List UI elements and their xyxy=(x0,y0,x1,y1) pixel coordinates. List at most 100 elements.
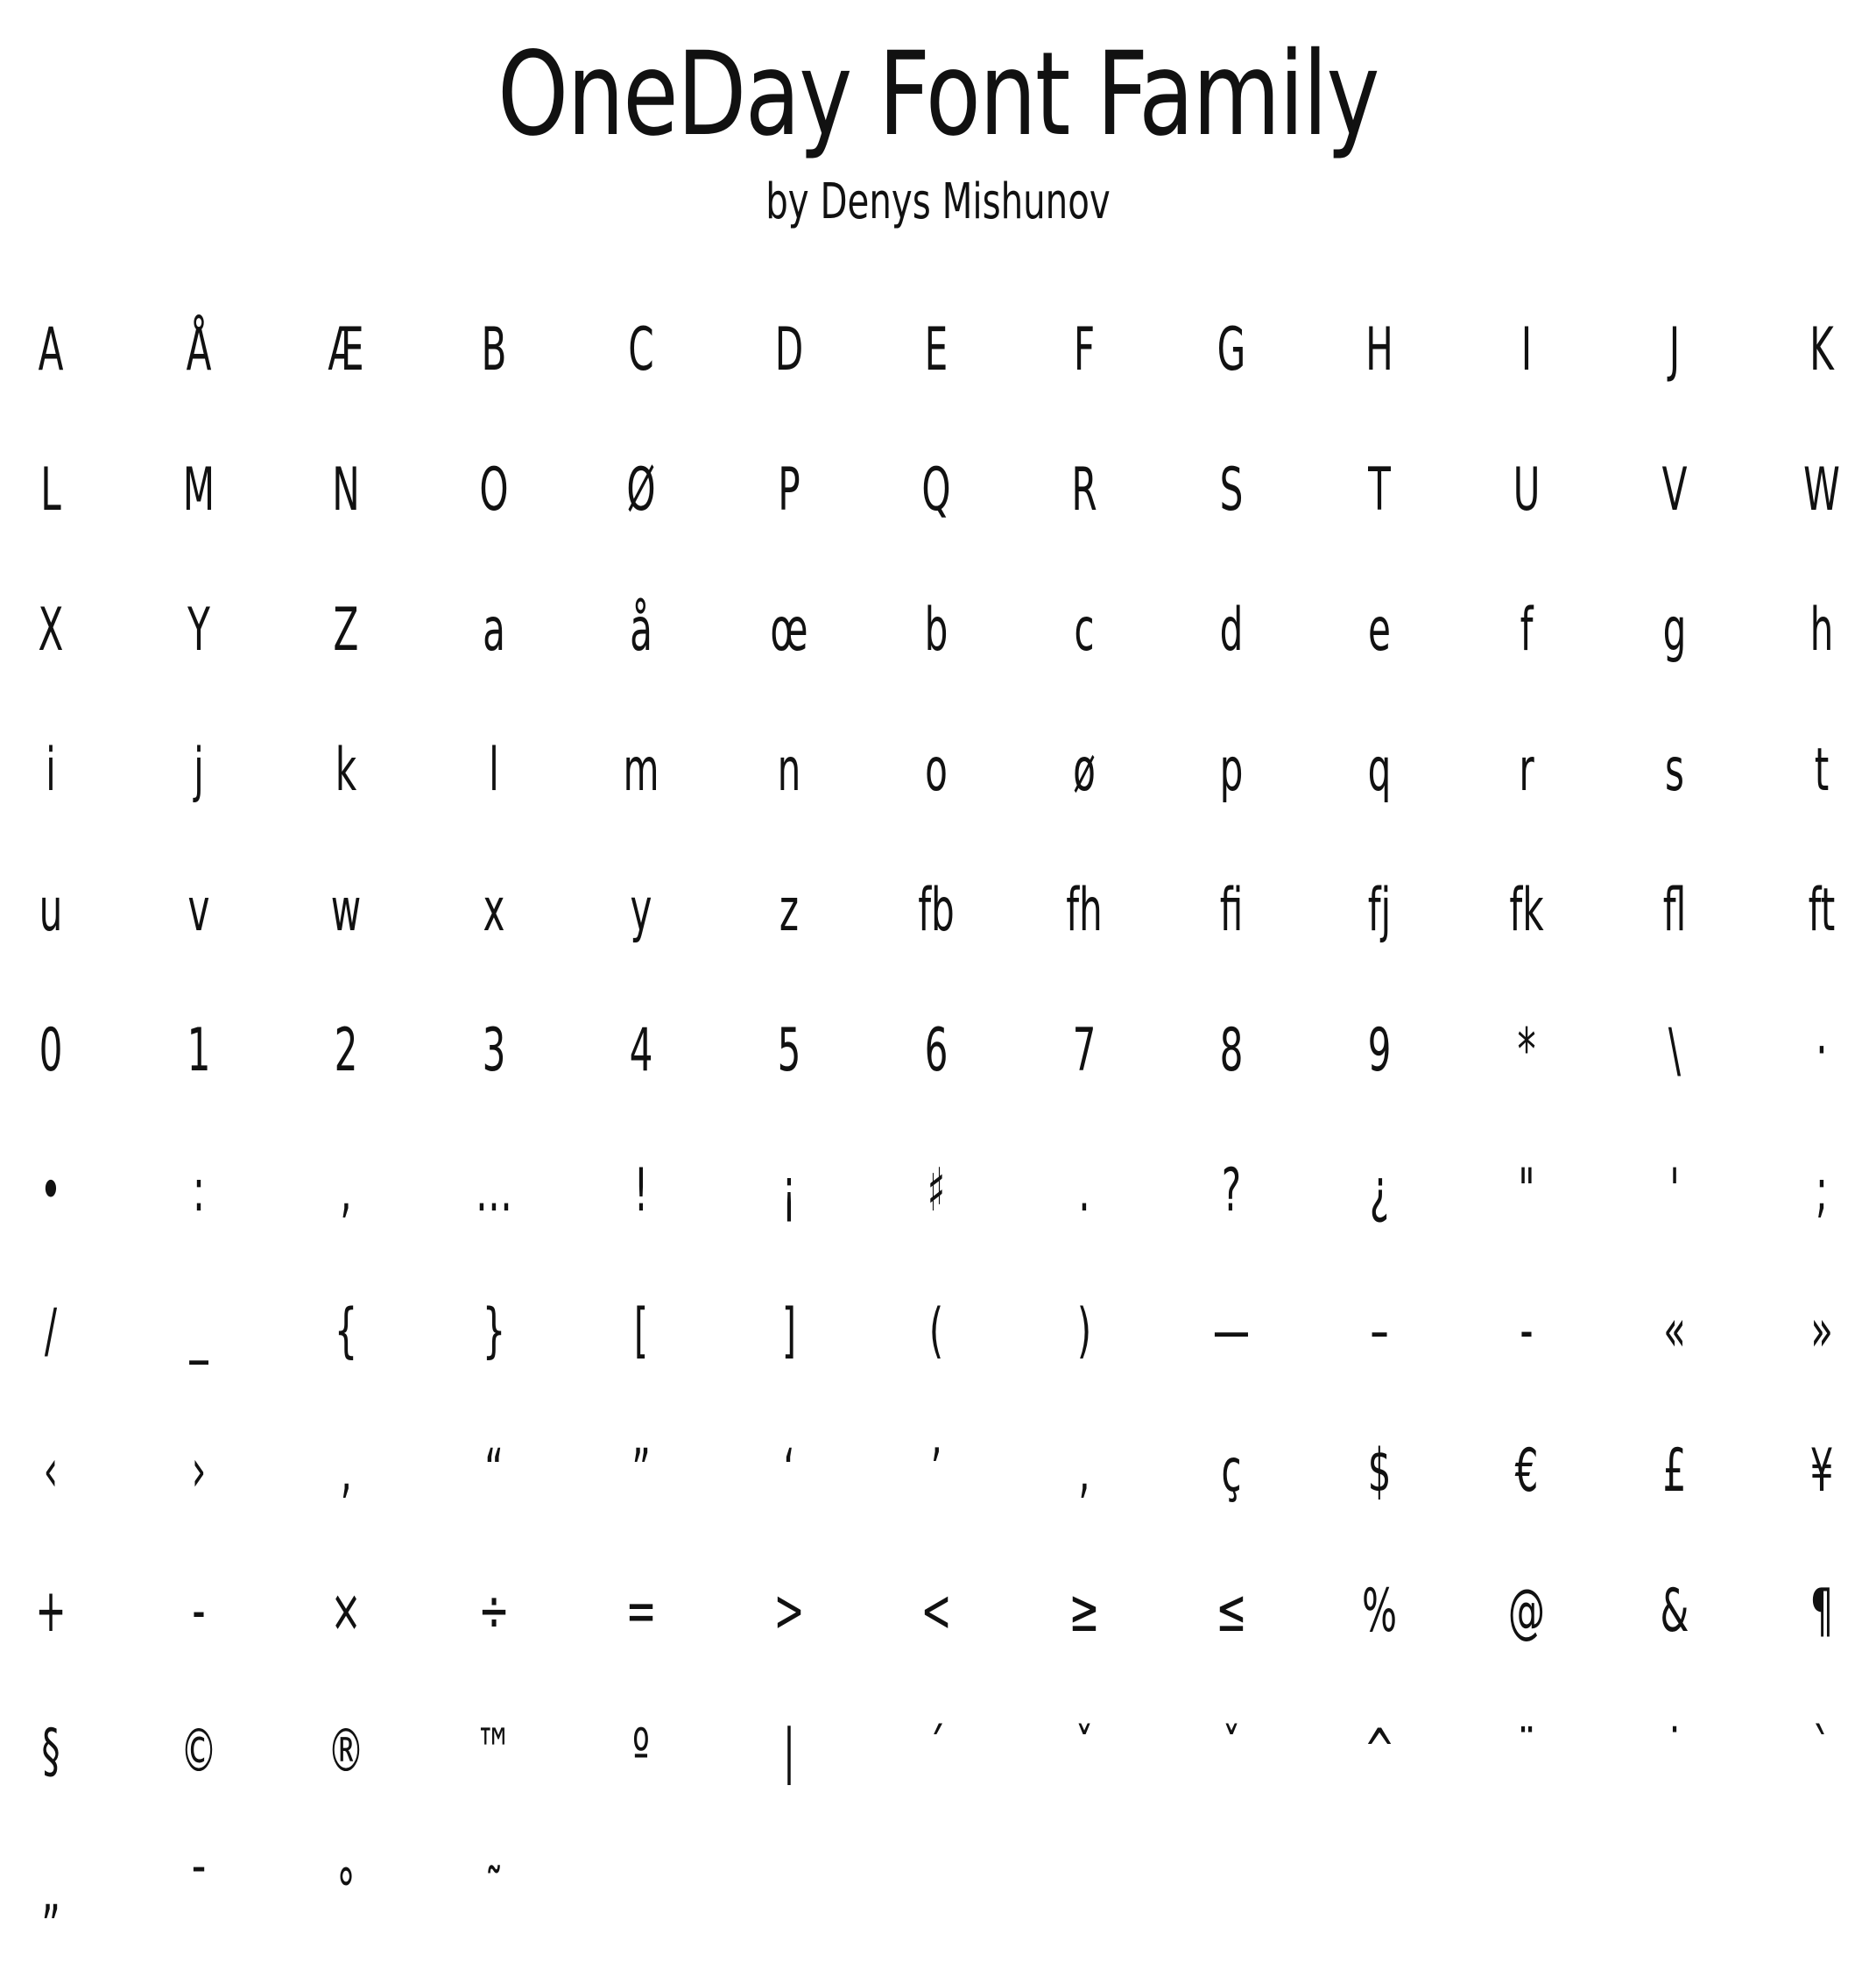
glyph-row: ijklmnoøpqrst xyxy=(0,701,1876,841)
glyph-cell: I xyxy=(1520,315,1533,385)
glyph-cell: 3 xyxy=(482,1016,505,1085)
glyph-cell: 0 xyxy=(39,1016,63,1085)
glyph-cell: ” xyxy=(631,1436,651,1506)
glyph-cell: b xyxy=(924,596,949,665)
glyph-cell: ‚ xyxy=(340,1436,352,1506)
glyph-cell: ° xyxy=(336,1857,356,1926)
glyph-row: 0 1 2 3 4 5 6 7 8 9 * \ · xyxy=(0,981,1876,1121)
glyph-cell: l xyxy=(488,736,499,805)
glyph-cell: º xyxy=(632,1717,650,1786)
glyph-cell: y xyxy=(630,876,652,945)
glyph-cell: ® xyxy=(327,1717,365,1786)
glyph-cell: 6 xyxy=(924,1016,949,1085)
glyph-cell: | xyxy=(782,1717,795,1786)
glyph-cell: i xyxy=(46,736,56,805)
glyph-cell: ( xyxy=(928,1296,944,1366)
glyph-cell: ¶ xyxy=(1809,1577,1834,1646)
glyph-cell: ) xyxy=(1076,1296,1091,1366)
glyph-cell: V xyxy=(1661,455,1687,525)
glyph-cell: - xyxy=(191,1577,206,1646)
glyph-cell: ™ xyxy=(475,1717,512,1786)
glyph-cell: F xyxy=(1073,315,1095,385)
glyph-cell: E xyxy=(924,315,949,385)
glyph-cell: % xyxy=(1361,1577,1397,1646)
glyph-cell: @ xyxy=(1507,1577,1546,1646)
glyph-cell: W xyxy=(1803,455,1840,525)
glyph-cell: a xyxy=(482,596,505,665)
glyph-row: AÅÆBCDEFGHIJK xyxy=(0,280,1876,420)
glyph-cell: fk xyxy=(1509,876,1544,945)
glyph-cell: B xyxy=(481,315,506,385)
glyph-cell: D xyxy=(774,315,803,385)
glyph-cell: … xyxy=(475,1156,512,1225)
glyph-cell: „ xyxy=(41,1857,60,1926)
glyph-cell: ; xyxy=(1815,1156,1829,1225)
glyph-cell: n xyxy=(777,736,800,805)
glyph-cell: ˇ xyxy=(1222,1717,1241,1786)
page-subtitle: by Denys Mishunov xyxy=(765,173,1111,230)
glyph-cell: × xyxy=(330,1577,362,1646)
glyph-cell: M xyxy=(182,455,215,525)
glyph-cell: J xyxy=(1668,315,1680,385)
glyph-row: u v w x y z fb fh fi fj fk fl ft xyxy=(0,841,1876,981)
glyph-cell: « xyxy=(1662,1296,1686,1366)
glyph-cell: 8 xyxy=(1219,1016,1244,1085)
glyph-cell: œ xyxy=(769,596,808,665)
glyph-cell: K xyxy=(1809,315,1834,385)
glyph-cell: _ xyxy=(188,1296,208,1366)
glyph-cell: O xyxy=(478,455,509,525)
glyph-cell: f xyxy=(1520,596,1534,665)
glyph-cell: ˇ xyxy=(1074,1717,1094,1786)
glyph-cell: fi xyxy=(1219,876,1244,945)
glyph-cell: d xyxy=(1219,596,1244,665)
glyph-row: LMNOØPQRSTUVW xyxy=(0,420,1876,561)
glyph-cell: t xyxy=(1814,736,1830,805)
glyph-cell: å xyxy=(630,596,652,665)
glyph-cell: j xyxy=(193,736,204,805)
glyph-cell: v xyxy=(187,876,209,945)
glyph-cell: £ xyxy=(1662,1436,1686,1506)
glyph-cell: 5 xyxy=(777,1016,800,1085)
glyph-cell: X xyxy=(38,596,64,665)
glyph-cell: H xyxy=(1365,315,1393,385)
glyph-cell: ♯ xyxy=(927,1156,946,1225)
specimen-page: OneDay Font Family by Denys Mishunov A Å Æ… xyxy=(0,0,1876,1926)
glyph-cell: fb xyxy=(918,876,955,945)
glyph-cell: L xyxy=(40,455,61,525)
glyph-cell: ¥ xyxy=(1809,1436,1834,1506)
glyph-cell: ? xyxy=(1221,1156,1242,1225)
glyph-cell: k xyxy=(335,736,357,805)
glyph-cell: › xyxy=(191,1436,206,1506)
glyph-cell: g xyxy=(1662,596,1686,665)
glyph-cell: * xyxy=(1517,1016,1536,1085)
glyph-cell: T xyxy=(1367,455,1391,525)
glyph-cell: q xyxy=(1367,736,1391,805)
glyph-cell: 7 xyxy=(1072,1016,1096,1085)
glyph-cell: C xyxy=(628,315,654,385)
glyph-cell: x xyxy=(483,876,504,945)
glyph-cell: Y xyxy=(187,596,210,665)
glyph-cell: Å xyxy=(186,315,211,385)
glyph-cell: [ xyxy=(633,1296,649,1366)
glyph-cell: ≥ xyxy=(1068,1577,1100,1646)
glyph-cell: • xyxy=(39,1156,62,1225)
glyph-cell: / xyxy=(44,1296,58,1366)
glyph-cell: e xyxy=(1367,596,1391,665)
glyph-row: § © ® ™ º | ´ ˇ ˇ ^ ¨ ˙ ` xyxy=(0,1682,1876,1822)
glyph-cell: m xyxy=(623,736,659,805)
glyph-cell: P xyxy=(777,455,800,525)
glyph-cell: S xyxy=(1219,455,1244,525)
glyph-cell: R xyxy=(1070,455,1097,525)
glyph-cell: - xyxy=(1520,1296,1534,1366)
glyph-cell: ÷ xyxy=(477,1577,510,1646)
glyph-cell: ‘ xyxy=(782,1436,795,1506)
glyph-cell: 4 xyxy=(629,1016,653,1085)
glyph-cell: fj xyxy=(1367,876,1391,945)
glyph-cell: 2 xyxy=(334,1016,358,1085)
glyph-cell: 1 xyxy=(187,1016,210,1085)
glyph-cell: ¨ xyxy=(1517,1717,1536,1786)
glyph-cell: $ xyxy=(1367,1436,1391,1506)
glyph-cell: , xyxy=(340,1156,352,1225)
glyph-cell: ø xyxy=(1072,736,1096,805)
glyph-cell: G xyxy=(1217,315,1246,385)
